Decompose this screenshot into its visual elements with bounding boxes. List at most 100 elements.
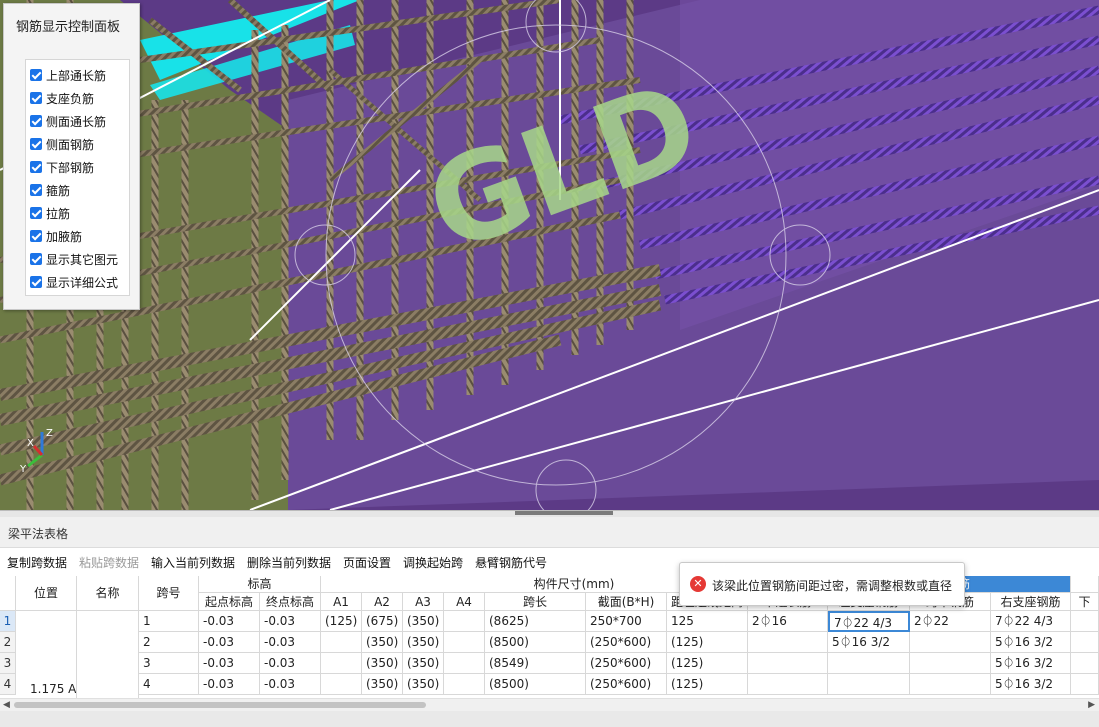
cell-bottom-continuous[interactable] [748,674,828,695]
copy-span-button[interactable]: 复制跨数据 [7,554,67,571]
cell-midspan[interactable] [910,653,991,674]
cell-extra[interactable] [1071,611,1099,632]
cell-right-support[interactable]: 7⏀22 4/3 [991,611,1071,632]
cell-a2[interactable]: (350) [362,674,403,695]
cell-bottom-continuous[interactable] [748,632,828,653]
checkbox[interactable] [30,207,42,219]
cell-a4[interactable] [444,653,485,674]
cell-right-support[interactable]: 5⏀16 3/2 [991,674,1071,695]
checkbox[interactable] [30,69,42,81]
row-number[interactable]: 1 [0,611,16,632]
cell-left-support[interactable]: 5⏀16 3/2 [828,632,910,653]
cell-right-support[interactable]: 5⏀16 3/2 [991,653,1071,674]
cell-span-length[interactable]: (8625) [485,611,586,632]
cell-elev-end[interactable]: -0.03 [260,632,321,653]
checkbox-side-rebar[interactable]: 侧面钢筋 [30,134,94,154]
checkbox-top-continuous[interactable]: 上部通长筋 [30,65,106,85]
cell-a3[interactable]: (350) [403,653,444,674]
cell-a3[interactable]: (350) [403,632,444,653]
cell-section[interactable]: (250*600) [586,674,667,695]
cell-span[interactable]: 2 [139,632,199,653]
checkbox-support-negative[interactable]: 支座负筋 [30,88,94,108]
checkbox-bottom-rebar[interactable]: 下部钢筋 [30,157,94,177]
cell-left-support-selected[interactable]: 7⏀22 4/3 [828,611,910,632]
checkbox[interactable] [30,184,42,196]
row-number[interactable]: 4 [0,674,16,695]
row-number[interactable]: 2 [0,632,16,653]
cell-span-length[interactable]: (8500) [485,674,586,695]
cell-a1[interactable] [321,653,362,674]
checkbox-tie[interactable]: 拉筋 [30,203,70,223]
cell-elev-end[interactable]: -0.03 [260,653,321,674]
page-setup-button[interactable]: 页面设置 [343,554,391,571]
cell-left-offset[interactable]: (125) [667,674,748,695]
cell-left-offset[interactable]: 125 [667,611,748,632]
cell-a4[interactable] [444,632,485,653]
cell-span[interactable]: 3 [139,653,199,674]
cell-midspan[interactable] [910,674,991,695]
checkbox[interactable] [30,230,42,242]
cell-left-offset[interactable]: (125) [667,653,748,674]
cell-bottom-continuous[interactable]: 2⏀16 [748,611,828,632]
cell-elev-start[interactable]: -0.03 [199,653,260,674]
checkbox-other-elements[interactable]: 显示其它图元 [30,249,118,269]
cell-extra[interactable] [1071,632,1099,653]
checkbox-stirrup[interactable]: 箍筋 [30,180,70,200]
cell-a4[interactable] [444,674,485,695]
3d-viewport[interactable]: GLD Z Y X 钢筋显示控制面板 上部通长筋 支座负筋 侧面通长筋 侧面钢筋… [0,0,1099,510]
cell-span-length[interactable]: (8500) [485,632,586,653]
cell-section[interactable]: 250*700 [586,611,667,632]
cell-span[interactable]: 1 [139,611,199,632]
cell-midspan[interactable] [910,632,991,653]
cell-a3[interactable]: (350) [403,611,444,632]
cell-section[interactable]: (250*600) [586,632,667,653]
cell-position[interactable]: 1.175 A [16,611,77,699]
cell-a4[interactable] [444,611,485,632]
input-column-button[interactable]: 输入当前列数据 [151,554,235,571]
cell-left-offset[interactable]: (125) [667,632,748,653]
swap-start-span-button[interactable]: 调换起始跨 [403,554,463,571]
cell-bottom-continuous[interactable] [748,653,828,674]
cell-right-support[interactable]: 5⏀16 3/2 [991,632,1071,653]
cell-a1[interactable] [321,632,362,653]
cell-name[interactable] [77,611,139,699]
cell-elev-start[interactable]: -0.03 [199,632,260,653]
cell-a1[interactable]: (125) [321,611,362,632]
scroll-left-icon[interactable]: ◀ [3,700,10,710]
cell-section[interactable]: (250*600) [586,653,667,674]
paste-span-button[interactable]: 粘贴跨数据 [79,554,139,571]
scrollbar-thumb[interactable] [14,702,426,708]
cell-a2[interactable]: (350) [362,653,403,674]
checkbox[interactable] [30,115,42,127]
checkbox-detailed-formula[interactable]: 显示详细公式 [30,272,118,292]
cell-a2[interactable]: (350) [362,632,403,653]
checkbox-side-continuous[interactable]: 侧面通长筋 [30,111,106,131]
splitter-grip[interactable] [515,511,613,515]
delete-column-button[interactable]: 删除当前列数据 [247,554,331,571]
cell-span-length[interactable]: (8549) [485,653,586,674]
checkbox[interactable] [30,138,42,150]
checkbox[interactable] [30,276,42,288]
cell-extra[interactable] [1071,674,1099,695]
cell-elev-start[interactable]: -0.03 [199,674,260,695]
pane-splitter[interactable] [0,510,1099,517]
cell-left-support[interactable] [828,674,910,695]
checkbox[interactable] [30,161,42,173]
cell-a1[interactable] [321,674,362,695]
checkbox[interactable] [30,92,42,104]
cell-extra[interactable] [1071,653,1099,674]
cell-left-support[interactable] [828,653,910,674]
cell-elev-start[interactable]: -0.03 [199,611,260,632]
cell-a3[interactable]: (350) [403,674,444,695]
cell-elev-end[interactable]: -0.03 [260,674,321,695]
horizontal-scrollbar[interactable]: ◀ ▶ [0,698,1099,711]
checkbox[interactable] [30,253,42,265]
checkbox-haunch[interactable]: 加腋筋 [30,226,82,246]
cell-span[interactable]: 4 [139,674,199,695]
scroll-right-icon[interactable]: ▶ [1088,700,1095,710]
cell-midspan[interactable]: 2⏀22 [910,611,991,632]
cell-elev-end[interactable]: -0.03 [260,611,321,632]
row-number[interactable]: 3 [0,653,16,674]
cantilever-code-button[interactable]: 悬臂钢筋代号 [475,554,547,571]
cell-a2[interactable]: (675) [362,611,403,632]
